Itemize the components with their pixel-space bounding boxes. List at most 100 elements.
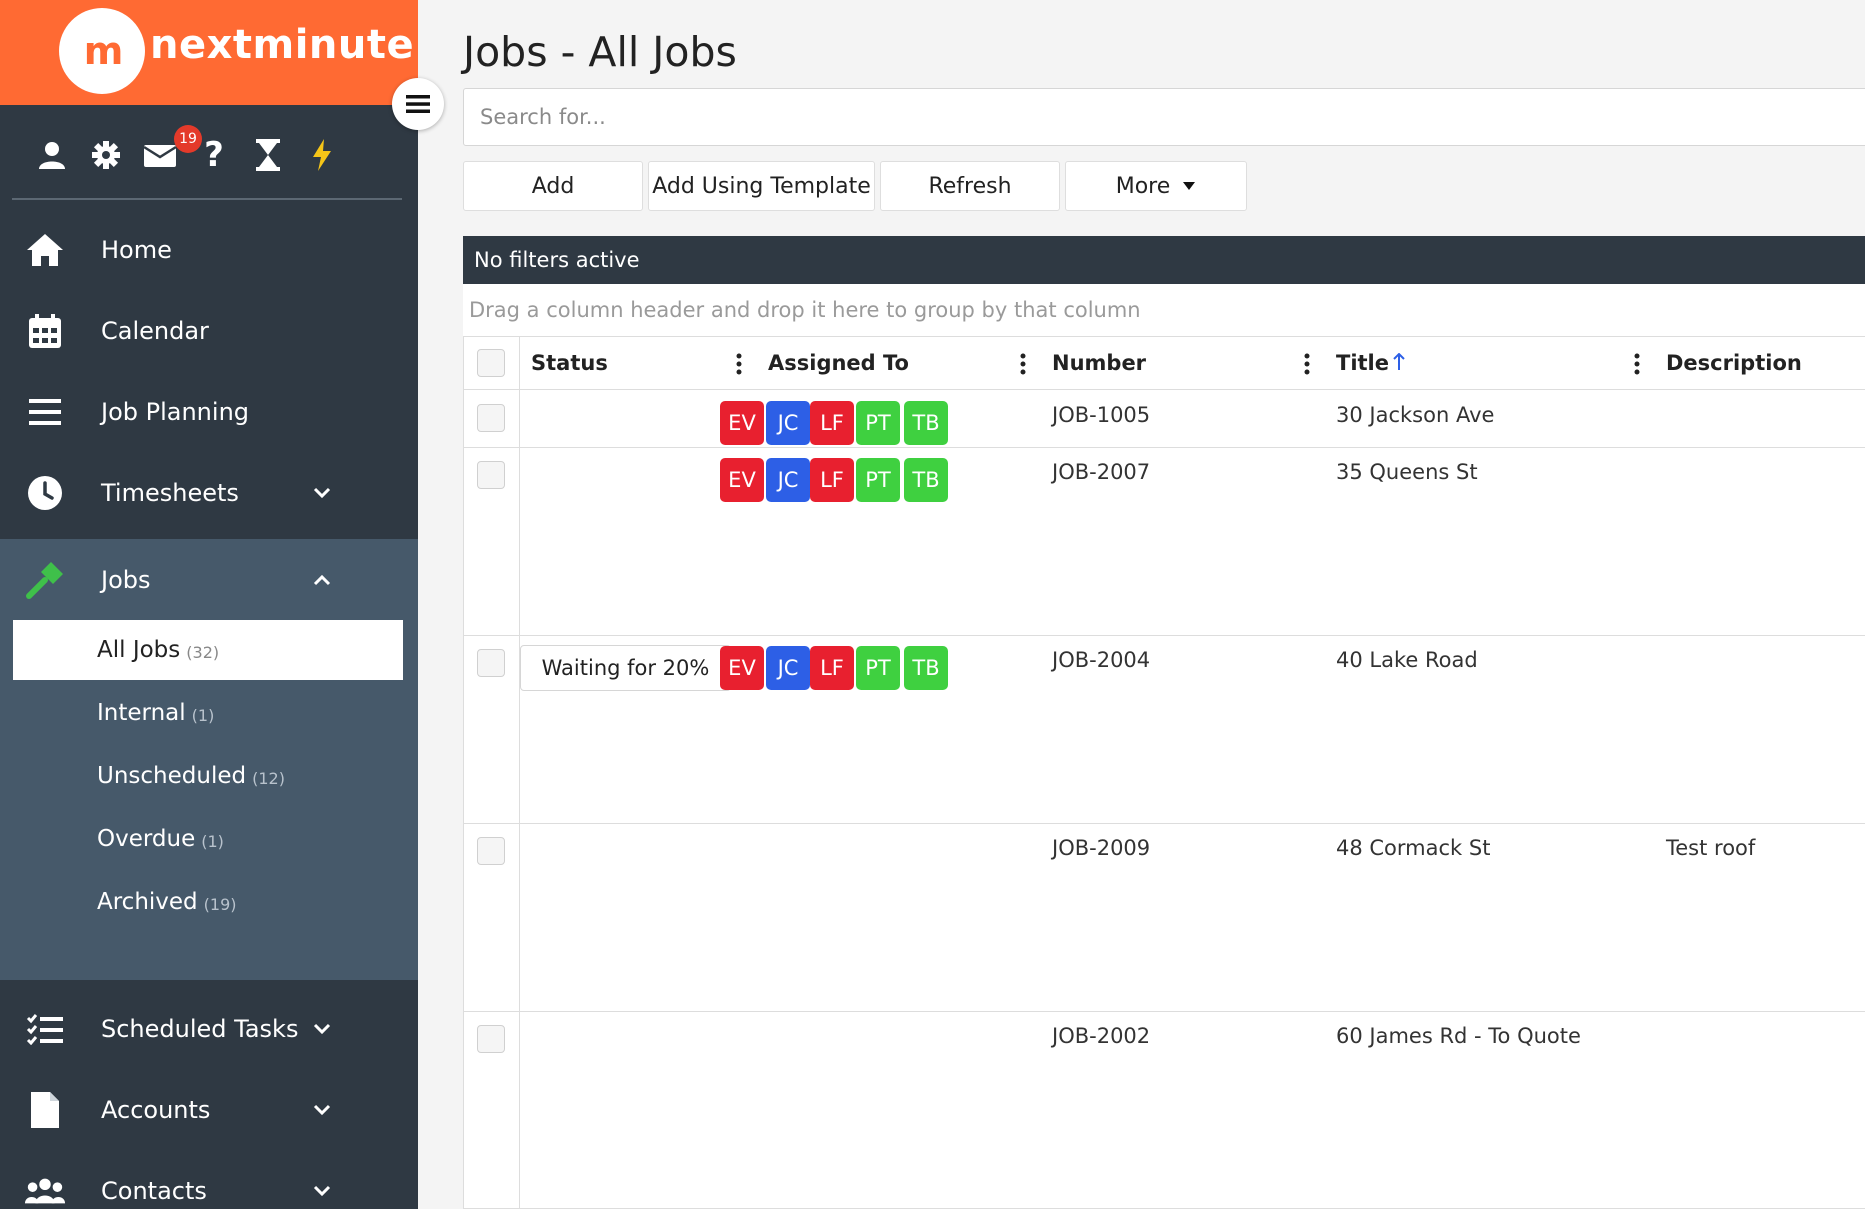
assignee-badge[interactable]: PT — [856, 646, 900, 690]
table-row[interactable]: Waiting for 20% EV JC LF PT TB JOB-2004 40 Lake… — [464, 636, 1865, 824]
chevron-down-icon — [313, 487, 331, 498]
assignee-badge[interactable]: EV — [720, 401, 764, 445]
group-drop-zone[interactable]: Drag a column header and drop it here to… — [463, 284, 1865, 337]
sub-archived-count: (19) — [203, 894, 237, 914]
nav-contacts-label: Contacts — [101, 1176, 207, 1205]
assignee-badge[interactable]: JC — [766, 458, 810, 502]
logo-mark-text: m — [83, 29, 124, 73]
column-title[interactable]: Title — [1336, 351, 1389, 375]
column-assigned-to[interactable]: Assigned To — [768, 351, 909, 375]
column-status[interactable]: Status — [531, 351, 608, 375]
more-button[interactable]: More — [1065, 161, 1247, 211]
status-badge[interactable]: Waiting for 20% — [520, 645, 731, 691]
sidebar: m nextminute 19 ? Home Calendar Job Plan… — [0, 0, 418, 1209]
user-icon[interactable] — [32, 135, 72, 175]
logo-bar: m nextminute — [0, 0, 418, 105]
assignee-badge[interactable]: JC — [766, 401, 810, 445]
chevron-up-icon — [313, 574, 331, 585]
hourglass-icon[interactable] — [248, 135, 288, 175]
document-icon — [24, 1089, 66, 1131]
job-title: 40 Lake Road — [1336, 648, 1478, 672]
nav-timesheets-label: Timesheets — [101, 478, 239, 507]
select-all-checkbox[interactable] — [477, 349, 505, 377]
job-number: JOB-2002 — [1052, 1024, 1151, 1048]
column-menu-icon[interactable] — [1304, 353, 1310, 375]
job-title: 30 Jackson Ave — [1336, 403, 1495, 427]
sub-internal[interactable]: Internal (1) — [13, 683, 403, 743]
more-button-label: More — [1115, 173, 1171, 199]
nav-scheduled-tasks[interactable]: Scheduled Tasks — [0, 988, 418, 1069]
nav-calendar[interactable]: Calendar — [0, 290, 418, 371]
sub-unscheduled[interactable]: Unscheduled (12) — [13, 746, 403, 806]
nav-job-planning[interactable]: Job Planning — [0, 371, 418, 452]
table-row[interactable]: EV JC LF PT TB JOB-1005 30 Jackson Ave — [464, 391, 1865, 448]
column-menu-icon[interactable] — [736, 353, 742, 375]
add-using-template-button[interactable]: Add Using Template — [648, 161, 875, 211]
assignee-badge[interactable]: EV — [720, 646, 764, 690]
sub-archived[interactable]: Archived (19) — [13, 872, 403, 932]
column-menu-icon[interactable] — [1020, 353, 1026, 375]
nav-jobs[interactable]: Jobs — [0, 539, 418, 620]
sub-overdue[interactable]: Overdue (1) — [13, 809, 403, 869]
hamburger-icon — [406, 95, 430, 113]
job-number: JOB-2007 — [1052, 460, 1151, 484]
list-icon — [24, 391, 66, 433]
nav-contacts[interactable]: Contacts — [0, 1150, 418, 1209]
row-checkbox[interactable] — [477, 404, 505, 432]
nav-job-planning-label: Job Planning — [101, 397, 250, 426]
refresh-button[interactable]: Refresh — [880, 161, 1060, 211]
table-row[interactable]: JOB-2002 60 James Rd - To Quote — [464, 1012, 1865, 1209]
assignee-badge[interactable]: TB — [904, 458, 948, 502]
nav-home-label: Home — [101, 235, 172, 264]
jobs-section: Jobs All Jobs (32) Internal (1) Unschedu… — [0, 539, 418, 980]
assignee-badge[interactable]: LF — [810, 458, 854, 502]
nav-accounts-label: Accounts — [101, 1095, 211, 1124]
add-button[interactable]: Add — [463, 161, 643, 211]
row-checkbox[interactable] — [477, 837, 505, 865]
row-checkbox[interactable] — [477, 461, 505, 489]
sub-overdue-count: (1) — [201, 831, 224, 851]
nav-home[interactable]: Home — [0, 209, 418, 290]
table-row[interactable]: JOB-2009 48 Cormack St Test roof — [464, 824, 1865, 1012]
job-title: 48 Cormack St — [1336, 836, 1491, 860]
search-input[interactable] — [463, 88, 1865, 146]
assignee-badge[interactable]: PT — [856, 401, 900, 445]
chevron-down-icon — [313, 1185, 331, 1196]
assignee-badge[interactable]: TB — [904, 401, 948, 445]
help-icon[interactable]: ? — [194, 135, 234, 175]
nav-jobs-label: Jobs — [101, 565, 151, 594]
assignee-badge[interactable]: PT — [856, 458, 900, 502]
chevron-down-icon — [313, 1104, 331, 1115]
sub-unscheduled-count: (12) — [252, 768, 285, 788]
column-menu-icon[interactable] — [1634, 353, 1640, 375]
sub-all-jobs[interactable]: All Jobs (32) — [13, 620, 403, 680]
sub-overdue-label: Overdue — [97, 826, 196, 852]
column-description[interactable]: Description — [1666, 351, 1802, 375]
chevron-down-icon — [313, 1023, 331, 1034]
hammer-icon — [24, 559, 66, 601]
assignee-badge[interactable]: TB — [904, 646, 948, 690]
nav-timesheets[interactable]: Timesheets — [0, 452, 418, 533]
filter-bar: No filters active — [463, 236, 1865, 284]
clock-icon — [24, 472, 66, 514]
assignee-badge[interactable]: JC — [766, 646, 810, 690]
sub-all-jobs-label: All Jobs — [97, 637, 181, 663]
sidebar-toggle-button[interactable] — [392, 78, 444, 130]
column-number[interactable]: Number — [1052, 351, 1146, 375]
assignee-badge[interactable]: EV — [720, 458, 764, 502]
row-checkbox[interactable] — [477, 1025, 505, 1053]
lightning-icon[interactable] — [302, 135, 342, 175]
assignee-badge[interactable]: LF — [810, 646, 854, 690]
table-row[interactable]: EV JC LF PT TB JOB-2007 35 Queens St — [464, 448, 1865, 636]
gear-icon[interactable] — [86, 135, 126, 175]
assignee-badge[interactable]: LF — [810, 401, 854, 445]
job-number: JOB-2004 — [1052, 648, 1151, 672]
row-checkbox[interactable] — [477, 649, 505, 677]
sub-all-jobs-count: (32) — [186, 642, 220, 662]
sub-internal-label: Internal — [97, 700, 186, 726]
nav-scheduled-tasks-label: Scheduled Tasks — [101, 1014, 299, 1043]
logo-mark[interactable]: m — [59, 8, 145, 94]
job-description: Test roof — [1666, 836, 1756, 860]
job-number: JOB-2009 — [1052, 836, 1151, 860]
nav-accounts[interactable]: Accounts — [0, 1069, 418, 1150]
